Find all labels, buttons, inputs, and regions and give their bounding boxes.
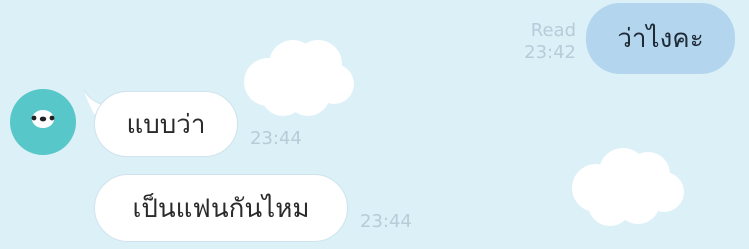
avatar[interactable] (10, 89, 76, 155)
incoming-message-bubble[interactable]: แบบว่า (94, 91, 238, 157)
chat-area[interactable]: Read 23:42 ว่าไงคะ แบบว่า 23:44 เป็นแฟนก… (0, 0, 749, 249)
read-receipt: Read 23:42 (500, 20, 576, 64)
bear-face-icon (23, 101, 55, 128)
cloud-icon (572, 148, 684, 226)
outgoing-message-bubble[interactable]: ว่าไงคะ (586, 3, 735, 74)
message-time: 23:44 (360, 211, 412, 232)
read-label: Read (530, 20, 576, 41)
message-text: แบบว่า (126, 109, 206, 140)
cloud-icon (244, 40, 354, 116)
message-text: เป็นแฟนกันไหม (132, 193, 310, 224)
message-time: 23:42 (524, 42, 576, 63)
message-text: ว่าไงคะ (617, 24, 704, 54)
incoming-message-bubble[interactable]: เป็นแฟนกันไหม (94, 174, 348, 242)
message-time: 23:44 (250, 128, 302, 149)
